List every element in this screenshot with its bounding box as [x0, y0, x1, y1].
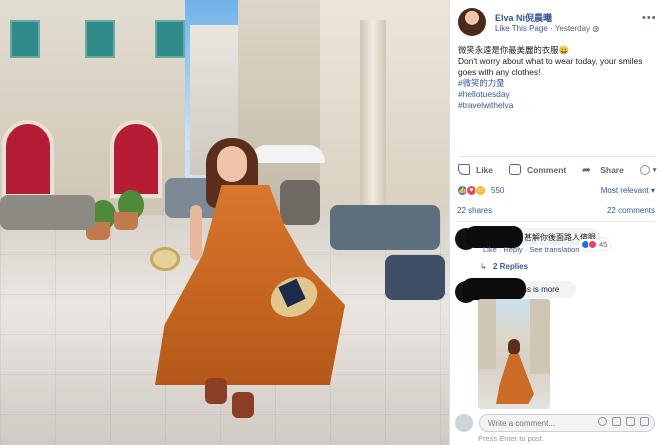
arch	[110, 120, 162, 198]
hashtag[interactable]: #hellotuesday	[458, 89, 656, 100]
haha-reaction-icon: ☺	[475, 184, 486, 196]
love-reaction-icon	[588, 240, 597, 249]
more-options-icon[interactable]: •••	[642, 12, 657, 24]
orange-dress	[496, 354, 534, 404]
like-page-link[interactable]: Like This Page	[495, 24, 548, 33]
hashtag[interactable]: #微笑的力量	[458, 78, 656, 89]
see-translation-link[interactable]: See translation	[529, 245, 579, 254]
window	[10, 20, 40, 58]
share-icon	[582, 165, 594, 175]
sort-label: Most relevant	[600, 185, 649, 195]
seated-person	[385, 255, 445, 300]
post-caption: 微笑永遠是你最美麗的衣服😄 Don't worry about what to …	[458, 45, 656, 111]
post-time[interactable]: Yesterday	[555, 24, 590, 33]
like-button[interactable]: Like	[458, 164, 493, 175]
building	[478, 299, 496, 369]
crowd	[280, 180, 320, 225]
caption-english: Don't worry about what to wear today, yo…	[458, 56, 643, 77]
composer-icons	[593, 417, 649, 426]
caption-chinese: 微笑永遠是你最美麗的衣服😄	[458, 45, 569, 55]
woman-face	[217, 146, 247, 182]
comments-count[interactable]: 22 comments	[607, 206, 655, 218]
sticker-icon[interactable]	[640, 417, 649, 426]
comment-composer	[455, 412, 655, 434]
cafe-tables	[0, 195, 95, 230]
building-left	[0, 0, 185, 215]
comment-reply-link[interactable]: Reply	[503, 245, 522, 254]
profile-icon	[639, 164, 650, 175]
comment-reactions[interactable]: 45	[578, 239, 611, 250]
comment-image[interactable]	[478, 299, 550, 409]
globe-icon: ◍	[592, 24, 600, 33]
sandal	[232, 392, 254, 418]
reply-arrow-icon: ↳	[480, 262, 487, 271]
straw-bag	[150, 247, 180, 271]
comment-icon	[509, 164, 522, 175]
like-label: Like	[476, 164, 494, 175]
pot	[114, 212, 138, 230]
comment-actions: Like · Reply · See translation	[483, 245, 579, 254]
composer-hint: Press Enter to post.	[478, 434, 544, 443]
post-actions: Like Comment Share ▾	[458, 156, 656, 178]
gif-icon[interactable]	[626, 417, 635, 426]
share-label: Share	[600, 164, 624, 175]
window	[155, 20, 185, 58]
author-name[interactable]: Elva Ni倪晨曦	[495, 11, 552, 24]
camera-icon[interactable]	[612, 417, 621, 426]
building	[530, 299, 550, 374]
engagement-counts: 22 shares 22 comments	[457, 206, 655, 218]
reaction-count[interactable]: 550	[491, 186, 504, 195]
audience-selector[interactable]: ▾	[639, 164, 657, 175]
post-meta: Like This Page · Yesterday ◍	[495, 24, 599, 33]
sandal	[205, 378, 227, 404]
caret-down-icon: ▾	[650, 185, 655, 195]
window	[85, 20, 115, 58]
caret-down-icon: ▾	[652, 166, 657, 174]
comment-sort-dropdown[interactable]: Most relevant ▾	[601, 186, 655, 195]
thumbs-up-icon	[458, 164, 470, 175]
woman-arm	[190, 205, 202, 260]
share-button[interactable]: Share	[582, 165, 624, 175]
seated-people	[330, 205, 440, 250]
umbrella	[250, 145, 325, 163]
comment-like-link[interactable]: Like	[483, 245, 497, 254]
post-header: Elva Ni倪晨曦 Like This Page · Yesterday ◍ …	[458, 8, 657, 38]
reaction-summary[interactable]: 👍 ♥ ☺ 550 Most relevant ▾	[457, 183, 655, 197]
arch	[2, 120, 54, 198]
redacted-name	[462, 278, 526, 300]
hashtag[interactable]: #travelwithelva	[458, 100, 656, 111]
view-replies-link[interactable]: ↳ 2 Replies	[480, 262, 528, 271]
woman-hair	[508, 339, 520, 355]
author-avatar[interactable]	[458, 8, 486, 36]
comment-reaction-count: 45	[599, 240, 608, 249]
comment-button[interactable]: Comment	[509, 164, 566, 175]
divider	[457, 221, 655, 222]
shares-count[interactable]: 22 shares	[457, 206, 492, 218]
replies-label: 2 Replies	[492, 262, 529, 271]
emoji-icon[interactable]	[598, 417, 607, 426]
user-avatar	[455, 414, 473, 432]
comment-label: Comment	[527, 164, 567, 175]
post-photo[interactable]	[0, 0, 449, 445]
